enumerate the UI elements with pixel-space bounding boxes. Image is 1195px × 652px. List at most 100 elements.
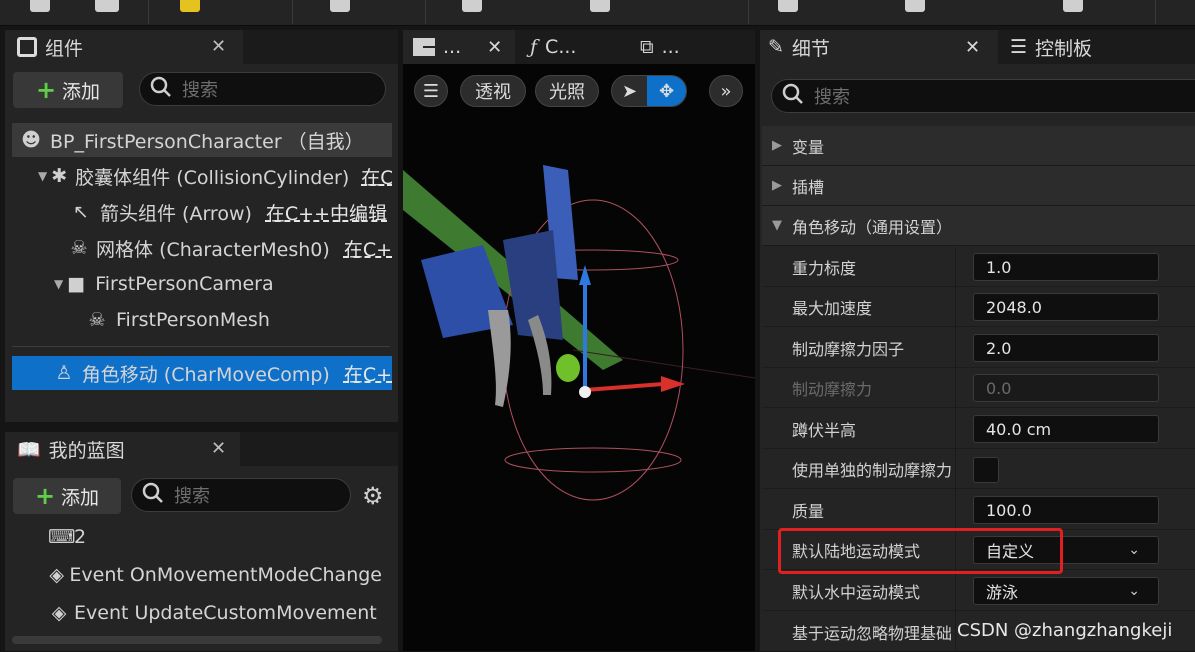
tree-item-label: FirstPersonCamera xyxy=(95,273,274,295)
gear-icon[interactable]: ⚙ xyxy=(362,482,384,510)
expand-arrow-icon[interactable]: ▼ xyxy=(54,277,63,291)
tab-details[interactable]: ✎ 细节 ✕ xyxy=(760,30,998,64)
add-blueprint-item-button[interactable]: + 添加 xyxy=(13,478,121,514)
tab-event-graph[interactable]: ⧉ ... xyxy=(640,30,680,64)
property-label: 质量 xyxy=(792,501,825,521)
components-tab[interactable]: 组件 ✕ xyxy=(5,30,243,64)
expand-arrow-icon[interactable]: ▼ xyxy=(38,169,47,183)
braking-friction-factor-field[interactable]: 2.0 xyxy=(973,334,1159,362)
close-icon[interactable]: ✕ xyxy=(211,36,226,57)
separate-braking-friction-checkbox[interactable] xyxy=(973,457,999,483)
tree-item-root[interactable]: ☻ BP_FirstPersonCharacter （自我） xyxy=(12,123,392,157)
find-icon[interactable] xyxy=(462,0,482,12)
default-water-movement-dropdown[interactable]: 游泳 ⌄ xyxy=(973,577,1159,605)
more-options-button[interactable]: » xyxy=(709,75,743,107)
viewport-scene[interactable] xyxy=(403,110,755,651)
property-max-acceleration: 最大加速度 2048.0 xyxy=(762,287,1195,327)
tab-viewport[interactable]: ... ✕ xyxy=(403,30,515,64)
add-component-button[interactable]: + 添加 xyxy=(13,72,123,108)
simulate-icon[interactable] xyxy=(1063,0,1083,12)
edit-in-cpp-link[interactable]: 在C++中编辑 xyxy=(266,199,387,226)
add-label: 添加 xyxy=(62,80,101,103)
keyboard-icon: ⌨ xyxy=(48,526,76,548)
close-icon[interactable]: ✕ xyxy=(211,438,226,459)
tool-icon[interactable] xyxy=(95,0,119,12)
category-label: 变量 xyxy=(792,137,825,157)
tree-item-label: 角色移动 (CharMoveComp) xyxy=(81,363,330,386)
settings-icon[interactable] xyxy=(778,0,798,12)
property-braking-friction: 制动摩擦力 0.0 xyxy=(762,368,1195,408)
tab-control-panel[interactable]: ☰ 控制板 xyxy=(1010,30,1092,64)
components-search-input[interactable]: 搜索 xyxy=(139,72,386,106)
translate-mode-icon[interactable]: ✥ xyxy=(647,76,686,106)
list-item-label: Event OnMovementModeChange xyxy=(69,564,382,586)
plus-icon: + xyxy=(35,76,57,104)
gravity-scale-field[interactable]: 1.0 xyxy=(973,253,1159,281)
horizontal-scrollbar[interactable] xyxy=(12,636,382,644)
close-icon[interactable]: ✕ xyxy=(965,37,980,58)
arrow-icon: ↖ xyxy=(73,201,89,223)
toolbar-divider xyxy=(748,0,749,24)
mass-field[interactable]: 100.0 xyxy=(973,496,1159,524)
column-splitter[interactable] xyxy=(955,247,956,651)
search-placeholder: 搜索 xyxy=(814,87,850,108)
hamburger-icon: ☰ xyxy=(422,80,440,102)
tree-item-char-movement[interactable]: ♙ 角色移动 (CharMoveComp) 在C+ xyxy=(12,356,392,390)
search-icon xyxy=(782,83,804,110)
search-icon xyxy=(150,76,172,103)
my-blueprint-tab[interactable]: 📖 我的蓝图 ✕ xyxy=(5,432,240,466)
highlight-box xyxy=(778,528,1063,574)
tab-label: ... xyxy=(443,36,462,58)
transform-tools: ➤ ✥ xyxy=(611,75,687,107)
tree-item-fp-mesh[interactable]: ☠ FirstPersonMesh xyxy=(12,303,392,337)
category-label: 角色移动（通用设置） xyxy=(792,217,953,237)
property-label: 默认水中运动模式 xyxy=(792,582,921,602)
tree-item-arrow[interactable]: ↖ 箭头组件 (Arrow) 在C++中编辑 xyxy=(12,195,392,229)
dropdown-value: 游泳 xyxy=(986,583,1019,602)
category-variables[interactable]: ▶ 变量 xyxy=(762,126,1195,166)
property-label: 重力标度 xyxy=(792,258,857,278)
control-panel-title: 控制板 xyxy=(1035,37,1093,60)
edit-in-cpp-link[interactable]: 在C+ xyxy=(344,360,392,387)
perspective-button[interactable]: 透视 xyxy=(460,75,526,107)
plus-icon: + xyxy=(34,482,56,510)
category-sockets[interactable]: ▶ 插槽 xyxy=(762,166,1195,206)
tree-item-label: 胶囊体组件 (CollisionCylinder) xyxy=(75,166,350,189)
tab-construction-script[interactable]: ƒ C... xyxy=(530,30,576,64)
list-item[interactable]: ◈ Event OnMovementModeChange xyxy=(12,558,382,592)
property-label: 制动摩擦力 xyxy=(792,379,873,399)
category-character-movement[interactable]: ▼ 角色移动（通用设置） xyxy=(762,206,1195,246)
diff-icon[interactable] xyxy=(330,0,350,12)
graph-icon: ⧉ xyxy=(640,36,654,58)
add-label: 添加 xyxy=(61,486,100,509)
compile-icon[interactable] xyxy=(180,0,200,12)
tree-item-mesh[interactable]: ☠ 网格体 (CharacterMesh0) 在C+ xyxy=(12,231,392,265)
max-acceleration-field[interactable]: 2048.0 xyxy=(973,293,1159,321)
details-search-input[interactable]: 搜索 xyxy=(771,79,1195,113)
list-item[interactable]: ◈ Event UpdateCustomMovement xyxy=(12,596,382,630)
details-title: 细节 xyxy=(791,37,830,60)
select-mode-icon[interactable]: ➤ xyxy=(612,81,647,102)
function-icon: ƒ xyxy=(530,36,538,58)
gizmo-x-axis xyxy=(584,382,664,392)
tree-item-camera[interactable]: ▼ ■ FirstPersonCamera xyxy=(12,267,392,301)
edit-in-cpp-link[interactable]: 在C+ xyxy=(344,235,392,262)
save-icon[interactable] xyxy=(30,0,50,12)
lighting-button[interactable]: 光照 xyxy=(535,75,599,107)
event-icon: ◈ xyxy=(51,602,67,624)
defaults-icon[interactable] xyxy=(905,0,925,12)
pencil-icon: ✎ xyxy=(768,36,784,58)
list-item[interactable]: ⌨ 2 xyxy=(12,520,382,554)
tree-item-label: BP_FirstPersonCharacter （自我） xyxy=(50,130,364,153)
crouched-half-height-field[interactable]: 40.0 cm xyxy=(973,415,1159,443)
tree-item-capsule[interactable]: ▼ ✱ 胶囊体组件 (CollisionCylinder) 在C xyxy=(12,159,392,193)
chevron-down-icon: ▼ xyxy=(772,218,782,233)
edit-in-cpp-link[interactable]: 在C xyxy=(361,163,392,190)
movement-icon: ♙ xyxy=(55,362,73,384)
viewport-menu-button[interactable]: ☰ xyxy=(414,75,448,107)
close-icon[interactable]: ✕ xyxy=(487,37,502,58)
blueprint-search-input[interactable]: 搜索 xyxy=(131,478,351,512)
hide-icon[interactable] xyxy=(590,0,610,12)
watermark: CSDN @zhangzhangkeji xyxy=(957,620,1173,641)
property-label: 最大加速度 xyxy=(792,298,873,318)
